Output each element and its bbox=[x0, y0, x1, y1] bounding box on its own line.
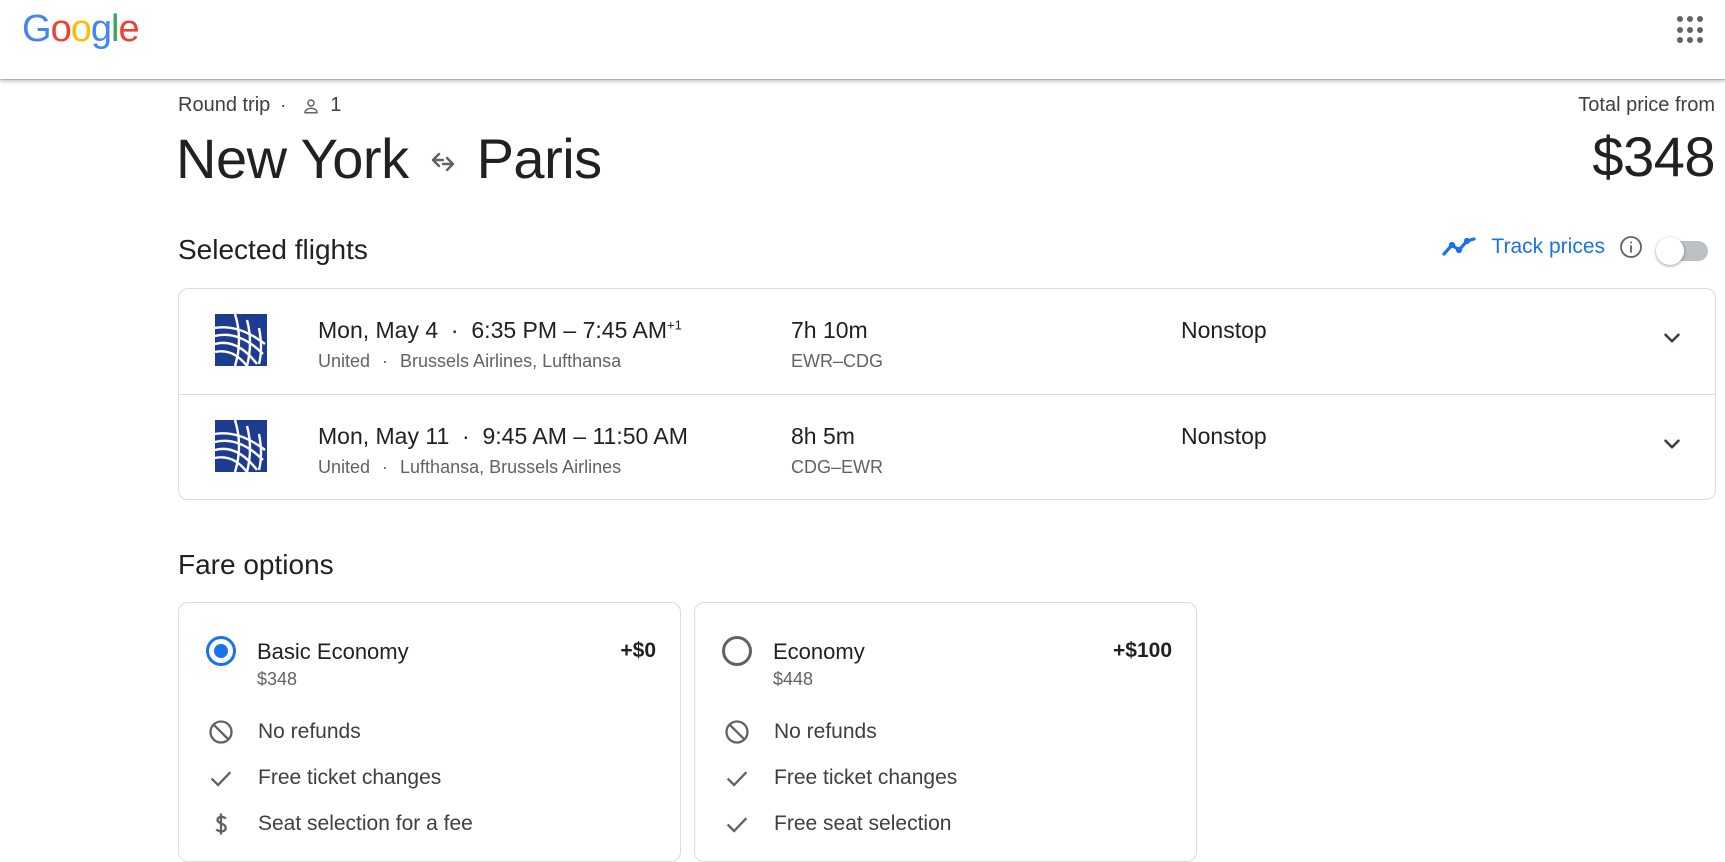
day-offset: +1 bbox=[667, 317, 682, 333]
fare-name: Economy bbox=[773, 639, 865, 664]
info-icon[interactable] bbox=[1619, 235, 1643, 259]
fare-feature-label: Free seat selection bbox=[774, 812, 952, 835]
google-logo[interactable]: Google bbox=[22, 8, 140, 50]
fare-radio[interactable] bbox=[722, 636, 752, 666]
route-heading: New York Paris bbox=[176, 126, 602, 191]
logo-letter-o2: o bbox=[70, 8, 92, 50]
fare-card-basic-economy[interactable]: Basic Economy $348 +$0 No refunds Free t… bbox=[178, 602, 681, 862]
flight-date-times: Mon, May 11 · 9:45 AM – 11:50 AM bbox=[318, 423, 688, 450]
fare-feature-label: Free ticket changes bbox=[774, 766, 958, 789]
airline-name: United bbox=[318, 457, 371, 477]
flight-carriers: United · Brussels Airlines, Lufthansa bbox=[318, 351, 621, 372]
logo-letter-e: e bbox=[118, 8, 139, 50]
flight-row[interactable]: Mon, May 4 · 6:35 PM – 7:45 AM+1 United ·… bbox=[179, 289, 1715, 394]
fare-feature-label: No refunds bbox=[774, 720, 877, 743]
flight-stops: Nonstop bbox=[1181, 317, 1267, 343]
trend-line-icon bbox=[1442, 237, 1477, 256]
flight-airports: CDG–EWR bbox=[791, 457, 884, 477]
fare-feature: Seat selection for a fee bbox=[206, 809, 473, 839]
flight-date: Mon, May 11 bbox=[318, 423, 450, 449]
track-prices-button[interactable]: Track prices bbox=[1441, 235, 1643, 259]
fare-feature-label: Seat selection for a fee bbox=[258, 812, 473, 835]
passenger-count: 1 bbox=[330, 94, 342, 116]
separator-dot: · bbox=[382, 351, 389, 371]
flight-duration: 7h 10m bbox=[791, 317, 868, 343]
flight-date-times: Mon, May 4 · 6:35 PM – 7:45 AM+1 bbox=[318, 317, 682, 344]
toggle-knob bbox=[1656, 237, 1684, 265]
fare-options-title: Fare options bbox=[178, 549, 334, 580]
fare-feature-label: No refunds bbox=[258, 720, 361, 743]
globe-icon bbox=[215, 314, 267, 366]
fare-price: $448 bbox=[773, 669, 814, 689]
track-prices-toggle[interactable] bbox=[1656, 237, 1708, 265]
fare-name: Basic Economy bbox=[257, 639, 409, 664]
selected-flights-title: Selected flights bbox=[178, 234, 368, 265]
origin-city: New York bbox=[176, 127, 409, 190]
no-refund-icon bbox=[206, 717, 236, 747]
logo-letter-g: G bbox=[22, 8, 52, 50]
flight-date: Mon, May 4 bbox=[318, 317, 439, 343]
operating-carriers: Brussels Airlines, Lufthansa bbox=[400, 351, 622, 371]
swap-arrows-icon bbox=[431, 152, 454, 171]
no-refund-icon bbox=[722, 717, 752, 747]
fare-feature: Free ticket changes bbox=[206, 763, 441, 793]
selected-flights-card: Mon, May 4 · 6:35 PM – 7:45 AM+1 United ·… bbox=[178, 288, 1716, 500]
track-prices-label: Track prices bbox=[1491, 235, 1605, 258]
flight-times: 9:45 AM – 11:50 AM bbox=[482, 423, 688, 449]
logo-letter-g2: g bbox=[90, 8, 112, 50]
trip-meta: Round trip · 1 bbox=[178, 94, 341, 117]
trip-type: Round trip bbox=[178, 94, 271, 116]
chevron-down-icon[interactable] bbox=[1659, 325, 1685, 351]
flight-times: 6:35 PM – 7:45 AM bbox=[471, 317, 668, 343]
fare-card-economy[interactable]: Economy $448 +$100 No refunds Free ticke… bbox=[694, 602, 1197, 862]
person-icon bbox=[304, 98, 319, 113]
chevron-down-icon[interactable] bbox=[1659, 431, 1685, 457]
flight-stops: Nonstop bbox=[1181, 423, 1267, 449]
top-app-bar: Google bbox=[0, 0, 1725, 79]
united-airlines-logo bbox=[215, 420, 267, 472]
fare-feature: Free seat selection bbox=[722, 809, 951, 839]
fare-feature: Free ticket changes bbox=[722, 763, 957, 793]
separator-dot: · bbox=[382, 457, 389, 477]
separator-dot: · bbox=[280, 95, 287, 115]
dollar-icon bbox=[206, 809, 236, 839]
check-icon bbox=[722, 763, 752, 793]
logo-letter-o1: o bbox=[50, 8, 72, 50]
fare-feature-label: Free ticket changes bbox=[258, 766, 442, 789]
flight-carriers: United · Lufthansa, Brussels Airlines bbox=[318, 457, 621, 478]
fare-feature: No refunds bbox=[206, 717, 361, 747]
globe-icon bbox=[215, 420, 267, 472]
flight-row[interactable]: Mon, May 11 · 9:45 AM – 11:50 AM United ·… bbox=[179, 394, 1715, 499]
fare-radio[interactable] bbox=[206, 636, 236, 666]
check-icon bbox=[722, 809, 752, 839]
separator-dot: · bbox=[455, 423, 477, 449]
fare-price-delta: +$0 bbox=[620, 639, 656, 662]
fare-feature: No refunds bbox=[722, 717, 877, 747]
total-price: $348 bbox=[1592, 125, 1715, 188]
total-price-label: Total price from bbox=[1578, 94, 1715, 116]
separator-dot: · bbox=[444, 317, 465, 343]
united-airlines-logo bbox=[215, 314, 267, 366]
flight-duration: 8h 5m bbox=[791, 423, 855, 449]
check-icon bbox=[206, 763, 236, 793]
fare-price-delta: +$100 bbox=[1113, 639, 1172, 662]
operating-carriers: Lufthansa, Brussels Airlines bbox=[400, 457, 622, 477]
flight-airports: EWR–CDG bbox=[791, 351, 884, 371]
destination-city: Paris bbox=[476, 127, 603, 190]
fare-price: $348 bbox=[257, 669, 298, 689]
airline-name: United bbox=[318, 351, 371, 371]
apps-grid-icon[interactable] bbox=[1677, 16, 1705, 44]
